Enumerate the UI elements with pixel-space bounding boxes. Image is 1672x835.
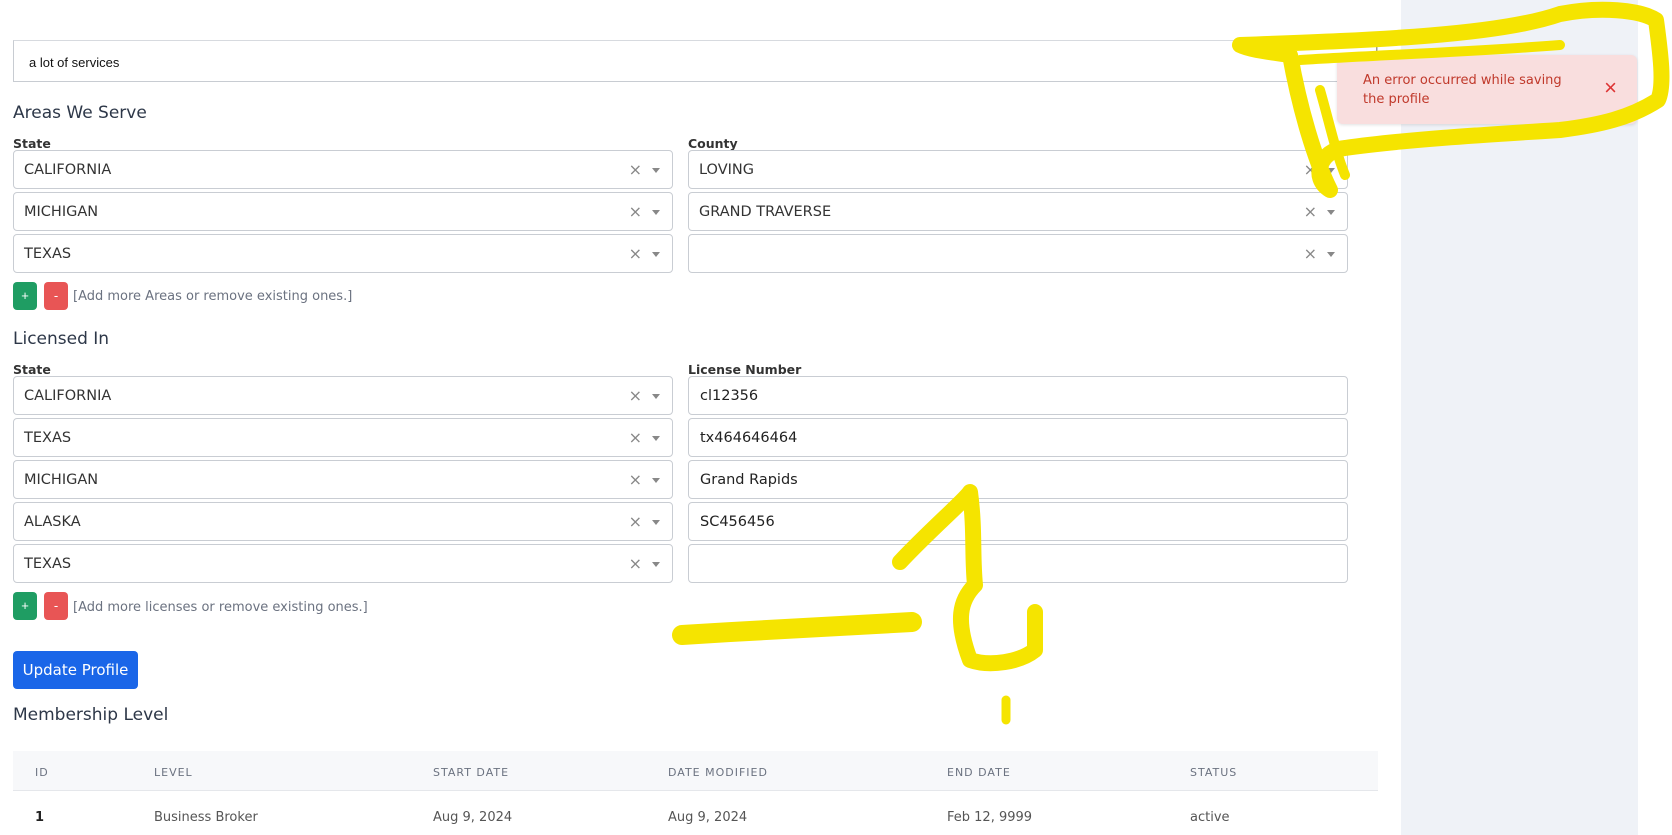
area-state-value: CALIFORNIA — [24, 162, 112, 178]
chevron-down-icon[interactable] — [652, 436, 660, 441]
license-state-select[interactable]: TEXAS × — [13, 544, 673, 583]
chevron-down-icon[interactable] — [652, 478, 660, 483]
cell-status: active — [1190, 810, 1230, 825]
licenses-title: Licensed In — [13, 329, 110, 349]
col-date-modified: DATE MODIFIED — [668, 766, 768, 779]
remove-area-button[interactable]: - — [44, 282, 68, 310]
cell-date-modified: Aug 9, 2024 — [668, 810, 748, 825]
add-license-button[interactable]: + — [13, 592, 37, 620]
areas-county-label: County — [688, 136, 738, 151]
license-state-select[interactable]: TEXAS × — [13, 418, 673, 457]
cell-level: Business Broker — [154, 810, 258, 825]
area-state-value: TEXAS — [24, 246, 72, 262]
resize-line — [1376, 37, 1377, 55]
profile-form: a lot of services Areas We Serve State C… — [0, 0, 1380, 835]
clear-icon[interactable]: × — [629, 554, 642, 573]
error-toast-message: An error occurred while saving the profi… — [1363, 73, 1562, 107]
license-state-select[interactable]: ALASKA × — [13, 502, 673, 541]
license-number-input[interactable]: cl12356 — [688, 376, 1348, 415]
chevron-down-icon[interactable] — [652, 520, 660, 525]
license-state-select[interactable]: CALIFORNIA × — [13, 376, 673, 415]
cell-end-date: Feb 12, 9999 — [947, 810, 1033, 825]
license-state-value: ALASKA — [24, 514, 81, 530]
add-area-button[interactable]: + — [13, 282, 37, 310]
license-state-value: CALIFORNIA — [24, 388, 112, 404]
licenses-hint: [Add more licenses or remove existing on… — [73, 600, 368, 615]
clear-icon[interactable]: × — [1304, 202, 1317, 221]
license-state-value: MICHIGAN — [24, 472, 99, 488]
membership-title: Membership Level — [13, 705, 169, 725]
col-start-date: START DATE — [433, 766, 510, 779]
services-text: a lot of services — [29, 55, 120, 70]
close-icon[interactable]: × — [1604, 75, 1617, 101]
cell-id: 1 — [35, 810, 45, 825]
col-id: ID — [35, 766, 49, 779]
license-state-value: TEXAS — [24, 430, 72, 446]
area-state-select[interactable]: MICHIGAN × — [13, 192, 673, 231]
clear-icon[interactable]: × — [629, 512, 642, 531]
membership-table-header: ID LEVEL START DATE DATE MODIFIED END DA… — [13, 751, 1378, 791]
area-county-value: LOVING — [699, 162, 754, 178]
license-number-label: License Number — [688, 362, 802, 377]
area-county-select[interactable]: LOVING × — [688, 150, 1348, 189]
license-state-select[interactable]: MICHIGAN × — [13, 460, 673, 499]
chevron-down-icon[interactable] — [1327, 210, 1335, 215]
error-toast: An error occurred while saving the profi… — [1337, 55, 1637, 124]
clear-icon[interactable]: × — [629, 386, 642, 405]
col-status: STATUS — [1190, 766, 1238, 779]
area-state-value: MICHIGAN — [24, 204, 99, 220]
areas-state-label: State — [13, 136, 51, 151]
areas-hint: [Add more Areas or remove existing ones.… — [73, 289, 353, 304]
chevron-down-icon[interactable] — [652, 562, 660, 567]
areas-title: Areas We Serve — [13, 103, 147, 123]
area-county-select[interactable]: × — [688, 234, 1348, 273]
area-county-value: GRAND TRAVERSE — [699, 204, 832, 220]
chevron-down-icon[interactable] — [652, 168, 660, 173]
chevron-down-icon[interactable] — [1327, 168, 1335, 173]
license-number-input[interactable]: tx464646464 — [688, 418, 1348, 457]
clear-icon[interactable]: × — [629, 470, 642, 489]
clear-icon[interactable]: × — [1304, 244, 1317, 263]
license-state-value: TEXAS — [24, 556, 72, 572]
license-number-input[interactable] — [688, 544, 1348, 583]
clear-icon[interactable]: × — [629, 160, 642, 179]
right-sidebar — [1401, 0, 1638, 835]
chevron-down-icon[interactable] — [1327, 252, 1335, 257]
clear-icon[interactable]: × — [629, 244, 642, 263]
remove-license-button[interactable]: - — [44, 592, 68, 620]
license-number-input[interactable]: Grand Rapids — [688, 460, 1348, 499]
col-end-date: END DATE — [947, 766, 1011, 779]
chevron-down-icon[interactable] — [652, 252, 660, 257]
chevron-down-icon[interactable] — [652, 210, 660, 215]
clear-icon[interactable]: × — [629, 202, 642, 221]
area-county-select[interactable]: GRAND TRAVERSE × — [688, 192, 1348, 231]
cell-start-date: Aug 9, 2024 — [433, 810, 513, 825]
update-profile-button[interactable]: Update Profile — [13, 651, 138, 689]
area-state-select[interactable]: CALIFORNIA × — [13, 150, 673, 189]
clear-icon[interactable]: × — [629, 428, 642, 447]
col-level: LEVEL — [154, 766, 193, 779]
area-state-select[interactable]: TEXAS × — [13, 234, 673, 273]
license-number-input[interactable]: SC456456 — [688, 502, 1348, 541]
chevron-down-icon[interactable] — [652, 394, 660, 399]
services-textarea[interactable]: a lot of services — [13, 37, 1378, 82]
license-state-label: State — [13, 362, 51, 377]
clear-icon[interactable]: × — [1304, 160, 1317, 179]
